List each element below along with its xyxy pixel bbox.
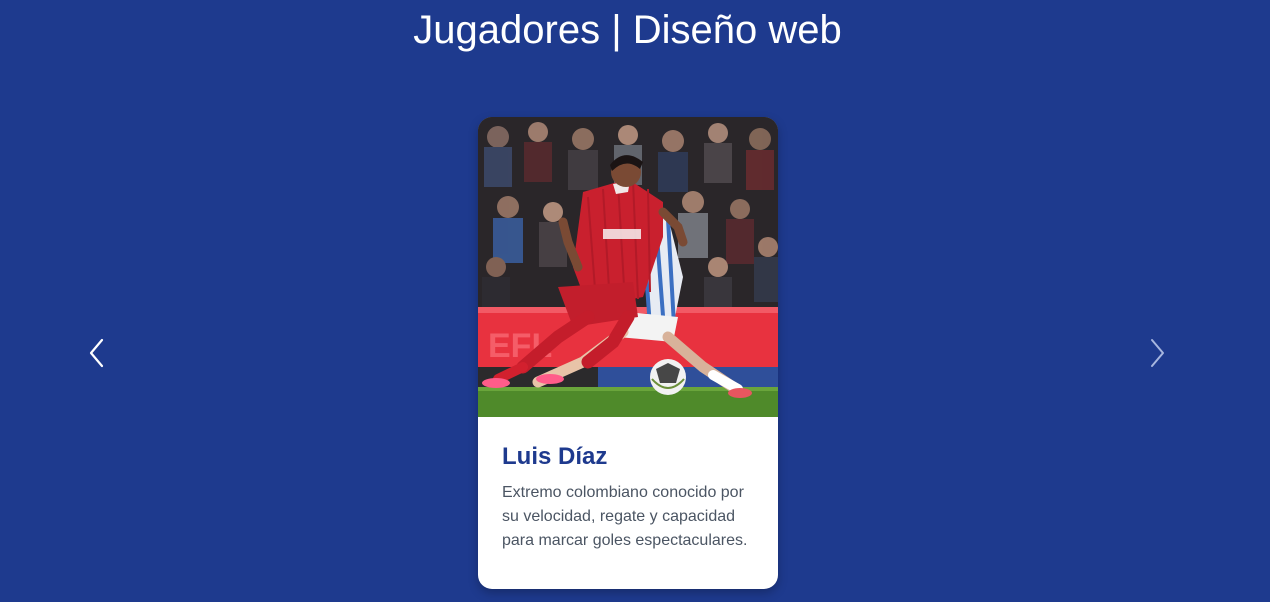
carousel-prev-button[interactable]: [87, 336, 107, 370]
page: Jugadores | Diseño web EFL Luis Díaz Ext…: [0, 0, 1270, 602]
card-body: Luis Díaz Extremo colombiano conocido po…: [478, 417, 778, 553]
carousel-next-button[interactable]: [1147, 336, 1167, 370]
player-photo: EFL: [478, 117, 778, 417]
chevron-right-icon: [1151, 339, 1164, 367]
player-description: Extremo colombiano conocido por su veloc…: [502, 484, 748, 549]
player-name: Luis Díaz: [502, 443, 608, 470]
player-card[interactable]: EFL Luis Díaz Extremo colombiano conocid…: [478, 117, 778, 589]
page-title: Jugadores | Diseño web: [413, 8, 842, 52]
chevron-left-icon: [89, 338, 104, 368]
